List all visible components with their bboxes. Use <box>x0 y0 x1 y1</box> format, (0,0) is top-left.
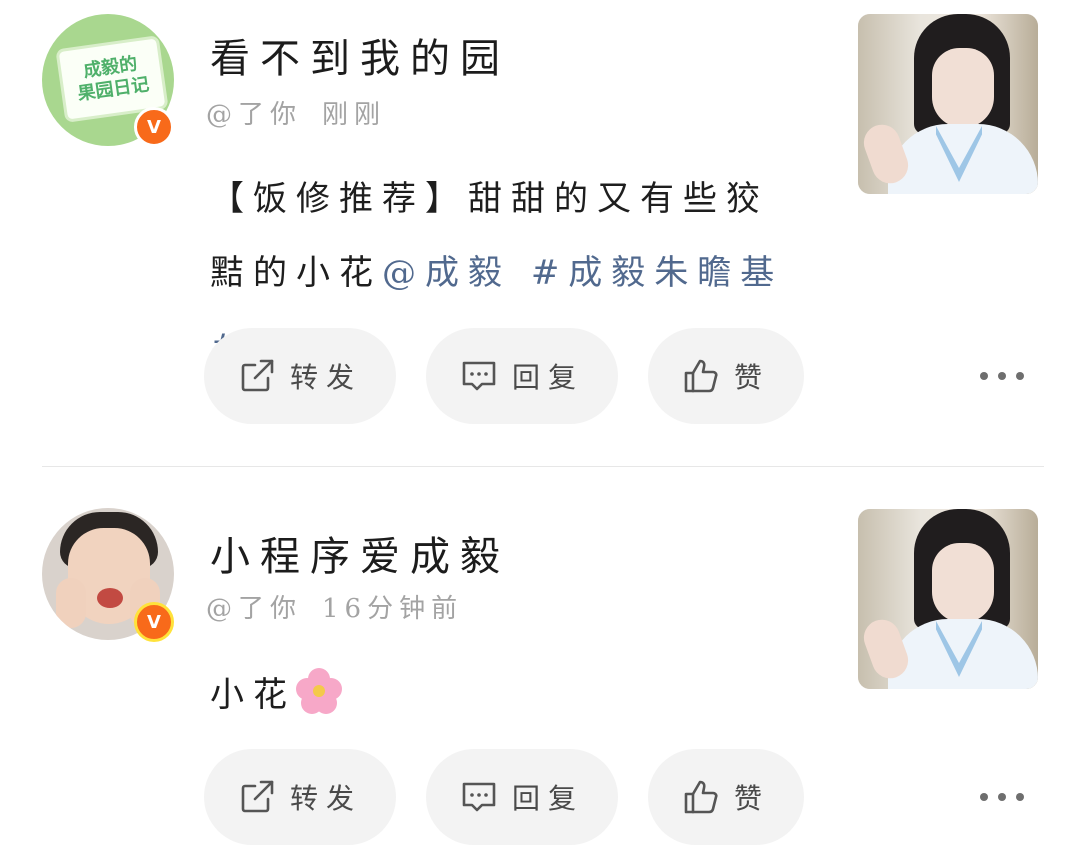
thumbs-up-icon <box>684 780 718 814</box>
repost-button[interactable]: 转发 <box>204 749 396 845</box>
username[interactable]: 小程序爱成毅 <box>210 524 510 582</box>
notification-card-1[interactable]: 成毅的 果园日记 V 看不到我的园 @了你 刚刚 【饭修推荐】甜甜的又有些狡黠的小… <box>0 0 1080 466</box>
timestamp: 16分钟前 <box>322 594 464 624</box>
thumbnail-figure-face <box>932 48 994 128</box>
reply-label: 回复 <box>511 782 584 815</box>
post-meta: @了你 16分钟前 <box>206 588 463 625</box>
comment-bubble-icon <box>462 361 496 391</box>
verified-v-icon: V <box>134 107 174 147</box>
post-thumbnail[interactable] <box>858 14 1038 194</box>
cherry-blossom-icon <box>296 668 342 714</box>
content-text: 小花 <box>210 675 296 715</box>
share-arrow-icon <box>241 359 274 392</box>
action-bar: 转发 回复 赞 <box>0 749 1080 845</box>
like-button[interactable]: 赞 <box>648 749 804 845</box>
action-bar: 转发 回复 赞 <box>0 328 1080 424</box>
more-dots-icon[interactable] <box>980 785 1024 809</box>
verified-v-icon: V <box>134 602 174 642</box>
more-dot <box>998 372 1006 380</box>
avatar-mouth <box>97 588 123 608</box>
like-label: 赞 <box>733 361 770 394</box>
repost-label: 转发 <box>289 361 362 394</box>
avatar-hand-left <box>56 578 86 628</box>
reply-label: 回复 <box>511 361 584 394</box>
like-label: 赞 <box>733 782 770 815</box>
timestamp: 刚刚 <box>322 100 387 130</box>
more-dot <box>998 793 1006 801</box>
post-meta: @了你 刚刚 <box>206 94 386 131</box>
mention-label: @了你 <box>206 100 303 130</box>
username[interactable]: 看不到我的园 <box>210 26 510 84</box>
more-dot <box>980 372 988 380</box>
reply-button[interactable]: 回复 <box>426 328 618 424</box>
thumbnail-figure-face <box>932 543 994 623</box>
more-dots-icon[interactable] <box>980 364 1024 388</box>
divider <box>42 466 1044 467</box>
repost-button[interactable]: 转发 <box>204 328 396 424</box>
post-thumbnail[interactable] <box>858 509 1038 689</box>
notification-card-2[interactable]: V 小程序爱成毅 @了你 16分钟前 小花 转发 回复 赞 <box>0 490 1080 861</box>
more-dot <box>1016 793 1024 801</box>
post-content[interactable]: 小花 <box>210 658 810 732</box>
thumbs-up-icon <box>684 359 718 393</box>
like-button[interactable]: 赞 <box>648 328 804 424</box>
mention-link[interactable]: @成毅 <box>382 253 511 293</box>
mention-label: @了你 <box>206 594 303 624</box>
repost-label: 转发 <box>289 782 362 815</box>
reply-button[interactable]: 回复 <box>426 749 618 845</box>
more-dot <box>1016 372 1024 380</box>
share-arrow-icon <box>241 780 274 813</box>
more-dot <box>980 793 988 801</box>
comment-bubble-icon <box>462 782 496 812</box>
